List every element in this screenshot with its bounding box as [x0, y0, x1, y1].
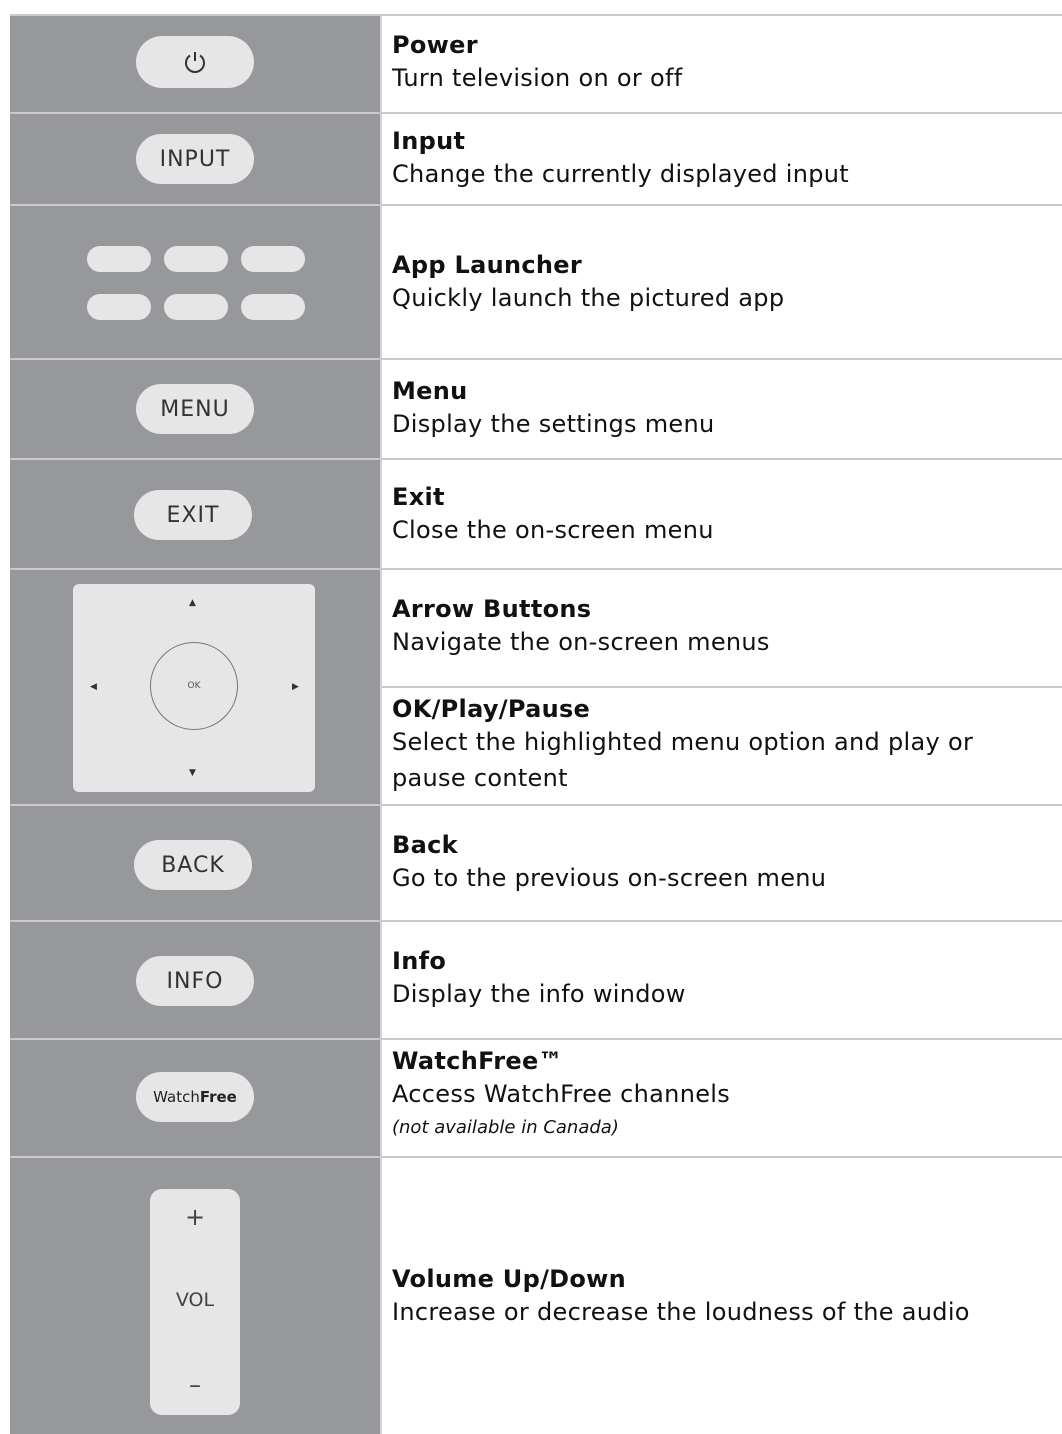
watchfree-label-light: Watch: [153, 1088, 200, 1106]
watchfree-button: Watch Free: [136, 1072, 254, 1122]
row-title: WatchFree™: [392, 1047, 563, 1075]
button-cell: [10, 206, 382, 358]
row-title: Power: [392, 31, 478, 59]
row-title: Back: [392, 831, 458, 859]
volume-down-icon: –: [189, 1371, 201, 1399]
button-cell: [10, 16, 382, 112]
row-menu: MENU Menu Display the settings menu: [10, 360, 1062, 460]
app-button: [164, 294, 228, 320]
volume-up-icon: +: [184, 1203, 206, 1231]
row-description: Navigate the on-screen menus: [392, 628, 770, 656]
arrow-down-icon: ▼: [189, 768, 196, 778]
row-title: Menu: [392, 377, 468, 405]
row-power: Power Turn television on or off: [10, 16, 1062, 114]
info-button: INFO: [136, 956, 254, 1006]
arrow-left-icon: ◀: [90, 682, 97, 692]
app-button: [241, 294, 305, 320]
row-description: Display the info window: [392, 980, 686, 1008]
arrow-up-icon: ▲: [189, 598, 196, 608]
row-description: Change the currently displayed input: [392, 160, 849, 188]
row-description: Go to the previous on-screen menu: [392, 864, 827, 892]
directional-pad: ▲ ▼ ◀ ▶ OK: [73, 584, 315, 792]
volume-label: VOL: [175, 1289, 215, 1311]
button-cell: MENU: [10, 360, 382, 458]
row-title: Exit: [392, 483, 445, 511]
power-button: [136, 36, 254, 88]
row-back: BACK Back Go to the previous on-screen m…: [10, 806, 1062, 922]
row-description: Close the on-screen menu: [392, 516, 714, 544]
row-input: INPUT Input Change the currently display…: [10, 114, 1062, 206]
row-title: OK/Play/Pause: [392, 695, 591, 723]
row-description: Display the settings menu: [392, 410, 715, 438]
ok-button: OK: [150, 642, 238, 730]
app-button: [164, 246, 228, 272]
row-arrow-buttons: ▲ ▼ ◀ ▶ OK Arrow Buttons Navigate the on…: [10, 570, 1062, 806]
button-cell: BACK: [10, 806, 382, 920]
row-title: Arrow Buttons: [392, 595, 592, 623]
ok-label: OK: [187, 681, 201, 691]
row-exit: EXIT Exit Close the on-screen menu: [10, 460, 1062, 570]
row-description: Turn television on or off: [392, 64, 683, 92]
arrow-right-icon: ▶: [292, 682, 299, 692]
button-cell: + VOL –: [10, 1158, 382, 1434]
row-description: Access WatchFree channels: [392, 1080, 731, 1108]
button-cell: EXIT: [10, 460, 382, 568]
input-button: INPUT: [136, 134, 254, 184]
button-cell: ▲ ▼ ◀ ▶ OK: [10, 570, 382, 804]
row-title: App Launcher: [392, 251, 582, 279]
row-note: (not available in Canada): [392, 1117, 619, 1138]
row-info: INFO Info Display the info window: [10, 922, 1062, 1040]
row-divider: [382, 686, 1062, 688]
row-description: Select the highlighted menu option and p…: [392, 728, 974, 792]
row-description: Quickly launch the pictured app: [392, 284, 785, 312]
app-button: [87, 294, 151, 320]
button-cell: Watch Free: [10, 1040, 382, 1156]
exit-button: EXIT: [134, 490, 252, 540]
row-title: Volume Up/Down: [392, 1265, 627, 1293]
button-cell: INFO: [10, 922, 382, 1038]
back-button: BACK: [134, 840, 252, 890]
power-icon: [185, 52, 205, 73]
remote-buttons-table: Power Turn television on or off INPUT In…: [10, 14, 1062, 1434]
row-title: Input: [392, 127, 466, 155]
volume-rocker: + VOL –: [150, 1189, 240, 1415]
app-button: [241, 246, 305, 272]
watchfree-label-bold: Free: [199, 1088, 237, 1106]
row-watchfree: Watch Free WatchFree™ Access WatchFree ch…: [10, 1040, 1062, 1158]
app-button: [87, 246, 151, 272]
row-title: Info: [392, 947, 447, 975]
button-cell: INPUT: [10, 114, 382, 204]
row-app-launcher: App Launcher Quickly launch the pictured…: [10, 206, 1062, 360]
row-description: Increase or decrease the loudness of the…: [392, 1298, 970, 1326]
menu-button: MENU: [136, 384, 254, 434]
row-volume: + VOL – Volume Up/Down Increase or decre…: [10, 1158, 1062, 1434]
